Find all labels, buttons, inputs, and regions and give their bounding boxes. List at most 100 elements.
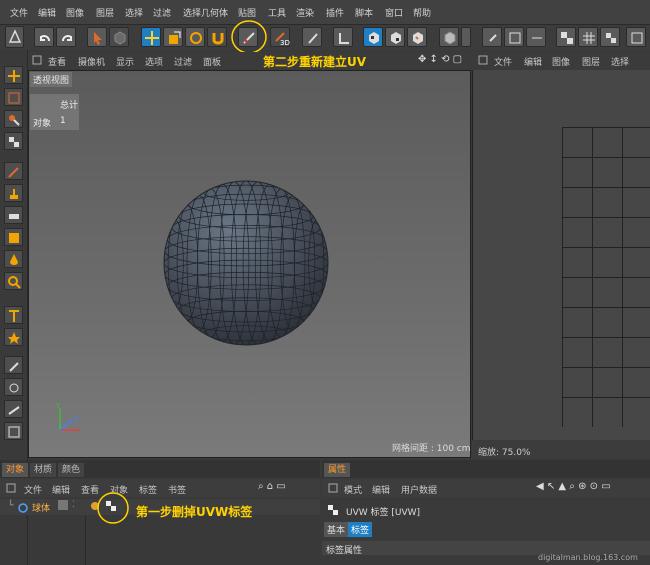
text-tool-icon[interactable] [4, 306, 23, 324]
attr-title: UVW 标签 [UVW] [346, 508, 421, 518]
menu-edit[interactable]: 编辑 [38, 6, 56, 19]
om-menu-tags[interactable]: 标签 [139, 483, 157, 496]
om-menu-file[interactable]: 文件 [24, 483, 42, 496]
grid-icon[interactable] [578, 27, 598, 47]
left-tool-strip [0, 50, 28, 460]
viewport-menu-camera[interactable]: 摄像机 [78, 55, 105, 68]
cube-half-icon[interactable] [461, 27, 471, 47]
subtab-tag[interactable]: 标签 [348, 522, 373, 537]
viewport-menu-display[interactable]: 显示 [116, 55, 134, 68]
om-menu-edit[interactable]: 编辑 [52, 483, 70, 496]
uv-layout-icon[interactable] [478, 55, 488, 65]
magnify-icon[interactable] [4, 272, 23, 290]
menu-help[interactable]: 帮助 [413, 6, 431, 19]
uv-zoom-bar: 缩放: 75.0% [472, 441, 650, 458]
bodypaint-3d-icon[interactable]: 3D [270, 27, 290, 47]
cube-outline-icon[interactable] [109, 27, 129, 47]
menu-select[interactable]: 选择 [125, 6, 143, 19]
redo-icon[interactable] [56, 27, 76, 47]
menu-select-geometry[interactable]: 选择几何体 [183, 6, 228, 19]
subtab-basic[interactable]: 基本 [324, 522, 349, 537]
move-icon[interactable] [4, 66, 23, 84]
uv-cube-icon[interactable] [407, 27, 427, 47]
stamp-icon[interactable] [4, 184, 23, 202]
layer-color-icon[interactable] [58, 500, 68, 510]
viewport-nav-icons[interactable]: ✥ ↕ ⟲ ▢ [418, 54, 462, 65]
object-name[interactable]: 球体 [32, 501, 50, 514]
tab-objects[interactable]: 对象 [2, 463, 29, 477]
rect-select-icon[interactable] [4, 88, 23, 106]
annotation-step-two: 第二步重新建立UV [263, 55, 367, 69]
menu-script[interactable]: 脚本 [355, 6, 373, 19]
cube-icon[interactable] [439, 27, 459, 47]
rotate-tool-icon[interactable] [185, 27, 205, 47]
eraser-icon[interactable] [4, 206, 23, 224]
menu-window[interactable]: 窗口 [385, 6, 403, 19]
uv-menu-select[interactable]: 选择 [611, 55, 629, 68]
viewport-menu-panel[interactable]: 面板 [203, 55, 221, 68]
checker-icon[interactable] [556, 27, 576, 47]
viewport-menu-view[interactable]: 查看 [48, 55, 66, 68]
move-tool-icon[interactable] [141, 27, 161, 47]
live-select-icon[interactable] [4, 110, 23, 128]
checker-cube-icon[interactable] [385, 27, 405, 47]
texture-cube-icon[interactable] [363, 27, 383, 47]
checker-small-icon[interactable] [600, 27, 620, 47]
smear-icon[interactable] [4, 400, 23, 418]
tab-attributes[interactable]: 属性 [324, 463, 351, 477]
viewport-label: 透视视图 [30, 72, 73, 87]
eyedropper-icon[interactable] [4, 356, 23, 374]
gradient-icon[interactable] [4, 228, 23, 246]
om-layout-icon[interactable] [6, 483, 16, 493]
scale-tool-icon[interactable] [163, 27, 183, 47]
om-menu-bookmarks[interactable]: 书签 [168, 483, 186, 496]
om-search-icons[interactable]: ⌕ ⌂ ▭ [258, 481, 286, 492]
texture-view-icon[interactable] [626, 27, 646, 47]
uv-menu-image[interactable]: 图像 [552, 55, 570, 68]
star-icon[interactable] [4, 328, 23, 346]
viewport-menu-filter[interactable]: 过滤 [174, 55, 192, 68]
attr-menu-mode[interactable]: 模式 [344, 483, 362, 496]
link-icon[interactable] [482, 27, 502, 47]
menu-file[interactable]: 文件 [10, 6, 28, 19]
fill-drop-icon[interactable] [4, 250, 23, 268]
paint-brush-icon[interactable] [4, 162, 23, 180]
attr-nav-icons[interactable]: ◀ ↖ ▲ ⌕ ⊛ ⊙ ▭ [536, 481, 611, 492]
corner-icon[interactable] [333, 27, 353, 47]
attr-layout-icon[interactable] [328, 483, 338, 493]
uv-menu-layer[interactable]: 图层 [582, 55, 600, 68]
magnet-icon[interactable] [207, 27, 227, 47]
attributes-tabs: 属性 [322, 460, 650, 478]
checker-tool-icon[interactable] [4, 132, 23, 150]
menu-layer[interactable]: 图层 [96, 6, 114, 19]
layout-icon[interactable] [5, 26, 24, 48]
tree-branch-icon: └ [8, 501, 14, 511]
undo-icon[interactable] [34, 27, 54, 47]
swap-icon[interactable] [504, 27, 524, 47]
uv-menu-edit[interactable]: 编辑 [524, 55, 542, 68]
mesh-icon[interactable] [526, 27, 546, 47]
brush-icon[interactable] [302, 27, 322, 47]
tab-colors[interactable]: 颜色 [58, 463, 85, 477]
visibility-dots-icon[interactable]: ⁚ [72, 500, 75, 510]
tab-materials[interactable]: 材质 [30, 463, 57, 477]
attr-menu-userdata[interactable]: 用户数据 [401, 483, 437, 496]
clone-icon[interactable] [4, 378, 23, 396]
menu-image[interactable]: 图像 [66, 6, 84, 19]
main-toolbar: 3D [0, 20, 650, 54]
uv-editor-menu: 文件 编辑 图像 图层 选择 [472, 52, 650, 69]
menu-filter[interactable]: 过滤 [153, 6, 171, 19]
frame-icon[interactable] [4, 422, 23, 440]
select-pointer-icon[interactable] [87, 27, 107, 47]
attr-menu-edit[interactable]: 编辑 [372, 483, 390, 496]
uv-menu-file[interactable]: 文件 [494, 55, 512, 68]
menu-render[interactable]: 渲染 [296, 6, 314, 19]
menu-tools[interactable]: 工具 [268, 6, 286, 19]
menu-plugins[interactable]: 插件 [326, 6, 344, 19]
object-manager-menu: 文件 编辑 查看 对象 标签 书签 ⌕ ⌂ ▭ [0, 479, 320, 497]
sphere-object[interactable] [160, 178, 332, 348]
view-layout-icon[interactable] [32, 55, 42, 65]
viewport-menu-options[interactable]: 选项 [145, 55, 163, 68]
grid-spacing-label: 网格间距 : 100 cm [392, 444, 471, 454]
uv-zoom-label: 缩放: 75.0% [478, 448, 531, 458]
